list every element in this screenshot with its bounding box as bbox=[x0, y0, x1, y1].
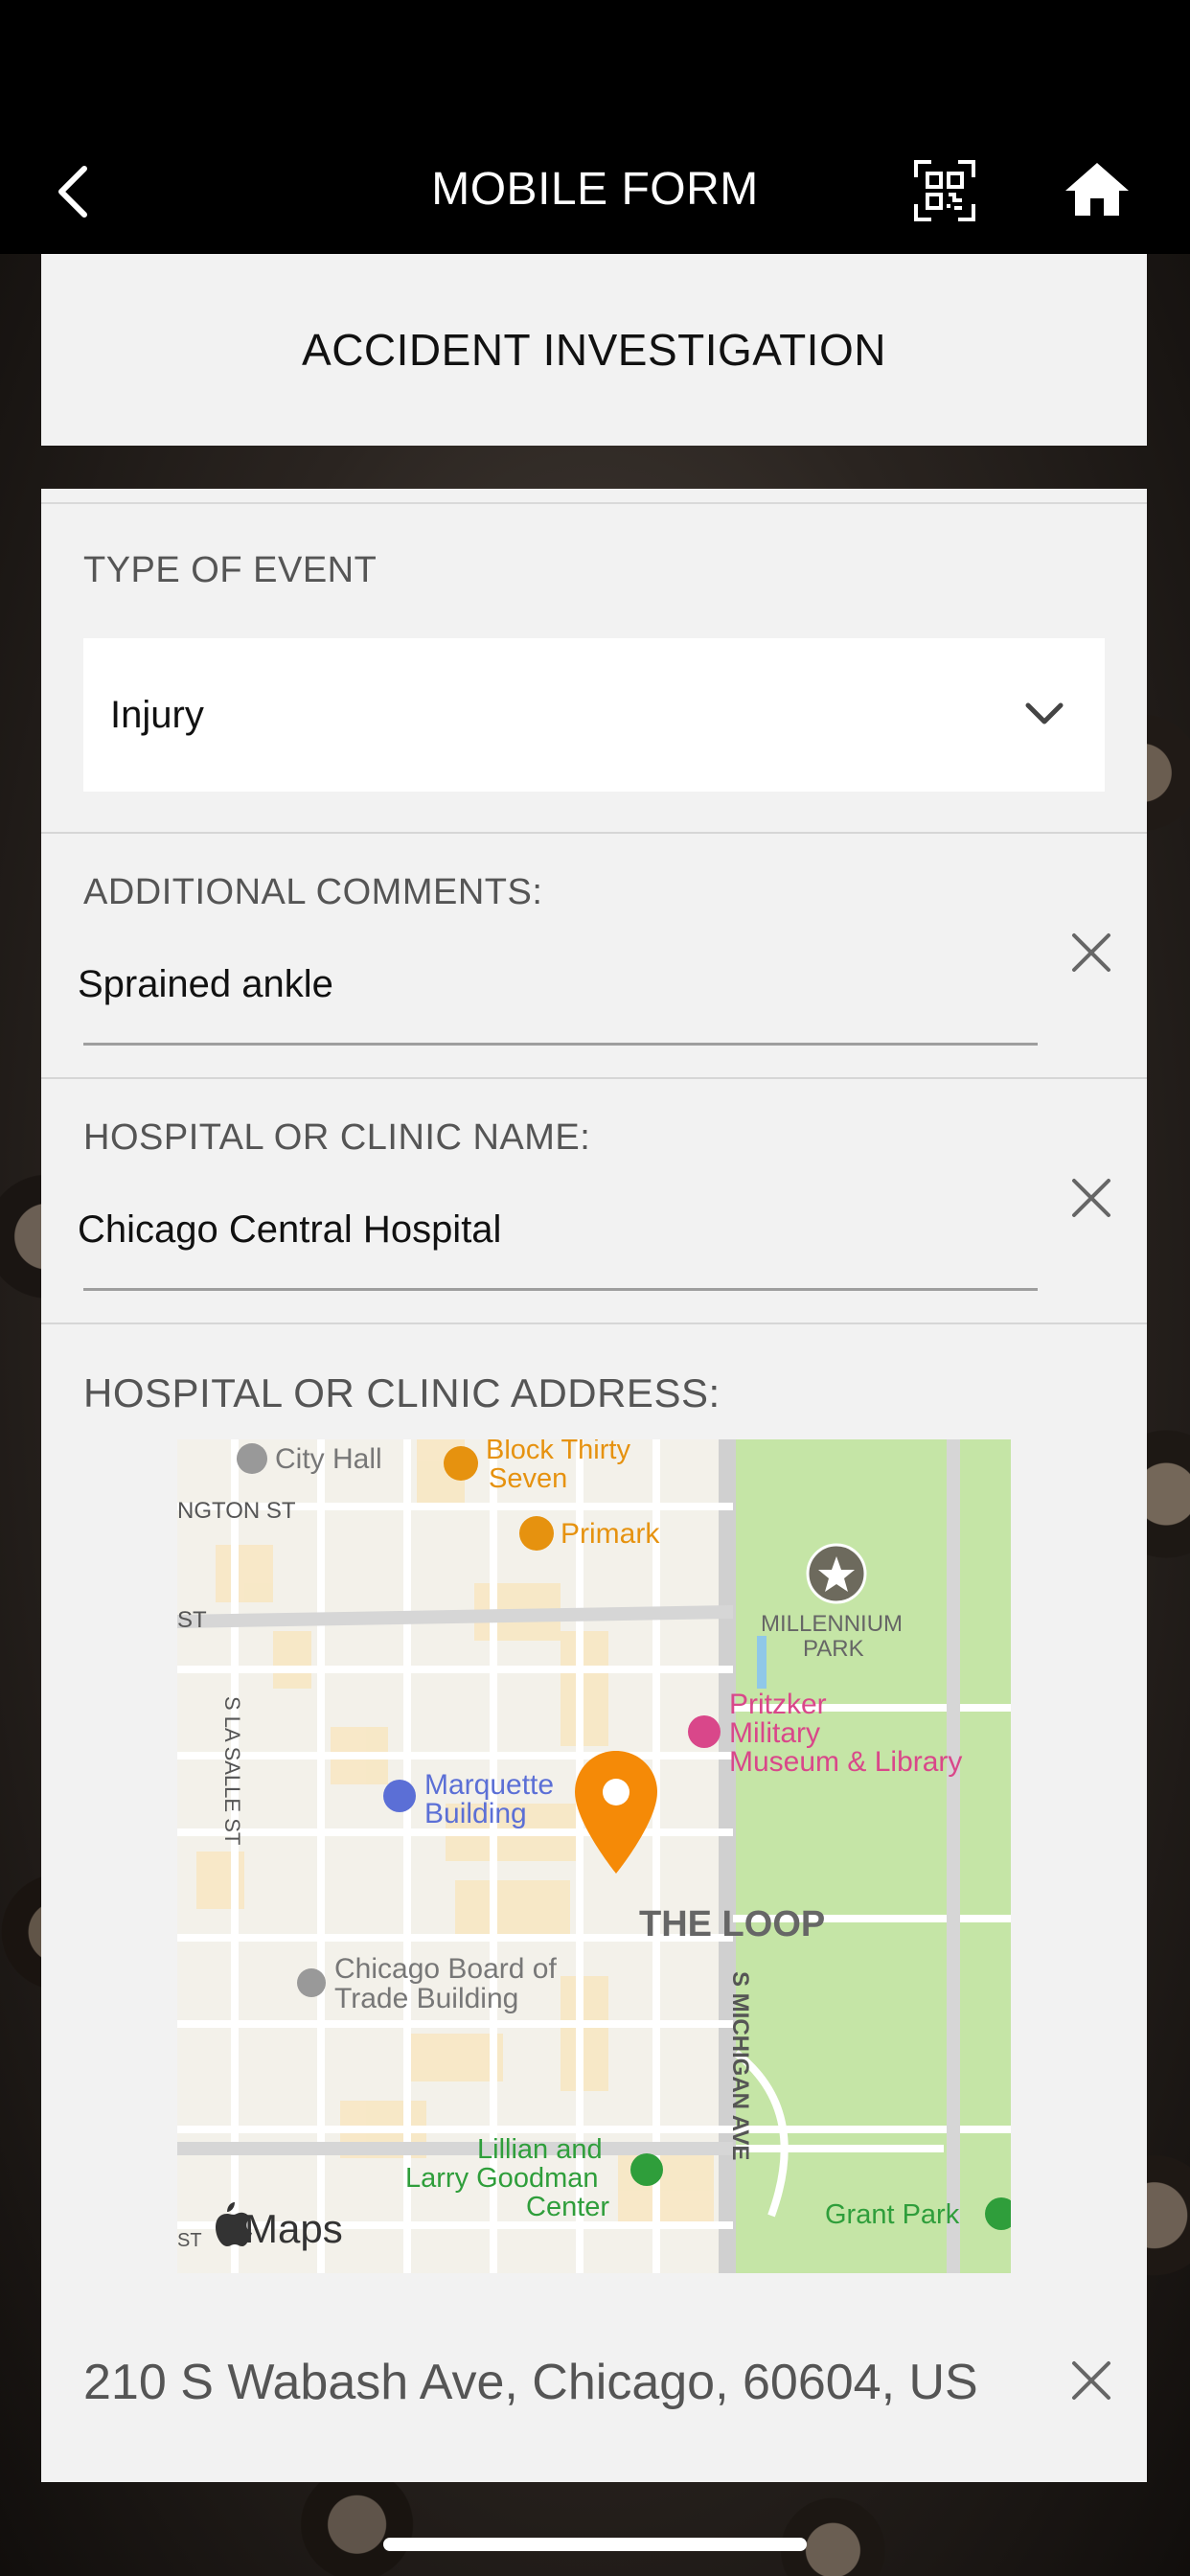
divider bbox=[41, 489, 1147, 502]
map-label-lasalle: S LA SALLE ST bbox=[220, 1696, 244, 1845]
type-of-event-select[interactable]: Injury bbox=[83, 638, 1105, 792]
chevron-left-icon[interactable] bbox=[54, 163, 92, 220]
block37-icon bbox=[444, 1446, 478, 1481]
home-indicator[interactable] bbox=[383, 2538, 807, 2551]
hospital-name-label: HOSPITAL OR CLINIC NAME: bbox=[83, 1117, 591, 1158]
city-hall-icon bbox=[237, 1443, 267, 1474]
map-label-millennium-2: PARK bbox=[803, 1636, 864, 1662]
clear-hospital-name-button[interactable] bbox=[1068, 1175, 1114, 1221]
location-pin-icon bbox=[575, 1751, 657, 1874]
hospital-address-label: HOSPITAL OR CLINIC ADDRESS: bbox=[83, 1370, 721, 1415]
marquette-icon bbox=[383, 1780, 416, 1812]
form-header: ACCIDENT INVESTIGATION bbox=[41, 254, 1147, 446]
map-label-primark: Primark bbox=[561, 1518, 660, 1550]
map-view[interactable]: City Hall Block Thirty Seven NGTON ST Pr… bbox=[177, 1439, 1011, 2273]
chevron-down-icon bbox=[1022, 696, 1066, 734]
primark-icon bbox=[519, 1516, 554, 1551]
map-label-pritzker-2: Military bbox=[729, 1717, 820, 1749]
map-label-grant-park: Grant Park bbox=[825, 2199, 960, 2230]
map-label-millennium: MILLENNIUM bbox=[761, 1611, 903, 1637]
map-label-marquette: Marquette bbox=[424, 1769, 554, 1801]
nav-title: MOBILE FORM bbox=[431, 164, 759, 215]
map-label-loop: THE LOOP bbox=[639, 1904, 825, 1944]
qr-scan-icon[interactable] bbox=[912, 158, 977, 223]
status-bar bbox=[0, 0, 1190, 125]
map-label-block37: Block Thirty bbox=[486, 1439, 630, 1465]
map-label-washington: NGTON ST bbox=[177, 1498, 296, 1524]
map-label-st-left: ST bbox=[177, 1607, 207, 1633]
map-label-cbot: Chicago Board of bbox=[334, 1953, 557, 1985]
type-of-event-section: TYPE OF EVENT Injury bbox=[41, 504, 1147, 834]
map-label-city-hall: City Hall bbox=[275, 1443, 382, 1475]
additional-comments-section: ADDITIONAL COMMENTS: Sprained ankle bbox=[41, 834, 1147, 1079]
map-label-marquette-2: Building bbox=[424, 1798, 527, 1829]
hospital-name-section: HOSPITAL OR CLINIC NAME: Chicago Central… bbox=[41, 1079, 1147, 1324]
map-label-pritzker-3: Museum & Library bbox=[729, 1746, 962, 1778]
form-body: TYPE OF EVENT Injury ADDITIONAL COMMENTS… bbox=[41, 502, 1147, 2482]
apple-maps-logo: Maps bbox=[244, 2206, 343, 2251]
map-label-pritzker: Pritzker bbox=[729, 1689, 827, 1720]
map-label-st-bottom: ST bbox=[177, 2230, 202, 2251]
type-of-event-value: Injury bbox=[110, 693, 204, 736]
hospital-name-underline bbox=[83, 1288, 1038, 1291]
additional-comments-input[interactable]: Sprained ankle bbox=[78, 963, 333, 1006]
map-label-block37-2: Seven bbox=[489, 1463, 567, 1494]
home-icon[interactable] bbox=[1064, 160, 1131, 218]
clear-hospital-address-button[interactable] bbox=[1068, 2358, 1114, 2404]
nav-bar: MOBILE FORM bbox=[0, 125, 1190, 254]
theater-icon bbox=[630, 2153, 663, 2186]
map-label-lillian: Lillian and bbox=[477, 2134, 603, 2165]
form-title: ACCIDENT INVESTIGATION bbox=[302, 325, 886, 375]
clear-comments-button[interactable] bbox=[1068, 930, 1114, 976]
map-label-cbot-2: Trade Building bbox=[334, 1983, 518, 2014]
map-label-michigan: S MICHIGAN AVE bbox=[727, 1971, 753, 2160]
map-label-lillian-3: Center bbox=[526, 2192, 609, 2222]
map-label-lillian-2: Larry Goodman bbox=[405, 2163, 599, 2194]
museum-icon bbox=[688, 1715, 721, 1748]
hospital-name-input[interactable]: Chicago Central Hospital bbox=[78, 1208, 501, 1252]
hospital-address-value: 210 S Wabash Ave, Chicago, 60604, US bbox=[83, 2355, 978, 2410]
additional-comments-label: ADDITIONAL COMMENTS: bbox=[83, 872, 543, 912]
cbot-icon bbox=[297, 1968, 326, 1997]
additional-comments-underline bbox=[83, 1043, 1038, 1046]
type-of-event-label: TYPE OF EVENT bbox=[83, 550, 378, 590]
